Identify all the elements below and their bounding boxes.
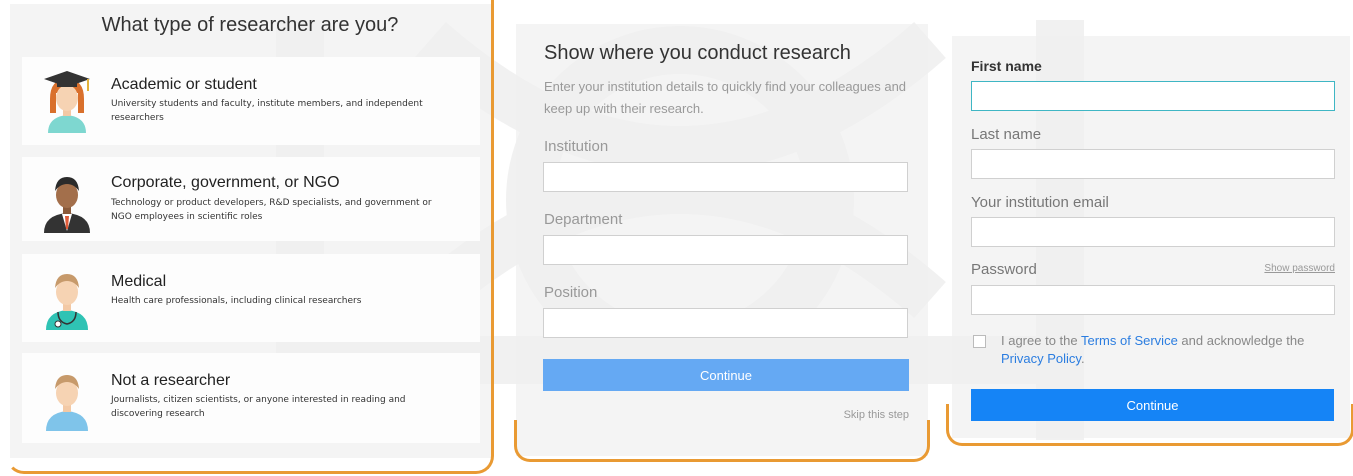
password-input[interactable]	[971, 285, 1335, 315]
academic-avatar-icon	[44, 71, 90, 133]
signup-panel: First name Last name Your institution em…	[946, 0, 1353, 476]
department-input[interactable]	[543, 235, 908, 265]
institution-label: Institution	[544, 138, 609, 155]
last-name-label: Last name	[971, 126, 1042, 143]
option-description: Technology or product developers, R&D sp…	[111, 198, 432, 222]
option-title: Medical	[111, 273, 167, 290]
researcher-option-not-researcher[interactable]: Not a researcher Journalists, citizen sc…	[22, 353, 480, 443]
researcher-option-medical[interactable]: Medical Health care professionals, inclu…	[22, 254, 480, 342]
first-name-input[interactable]	[971, 81, 1335, 111]
agree-middle: and acknowledge the	[1177, 333, 1305, 348]
person-avatar-icon	[46, 375, 88, 431]
researcher-option-corporate[interactable]: Corporate, government, or NGO Technology…	[22, 157, 480, 241]
email-input[interactable]	[971, 217, 1335, 247]
terms-agreement-text: I agree to the Terms of Service and ackn…	[1001, 332, 1341, 368]
agree-prefix: I agree to the	[1001, 333, 1081, 348]
institution-panel: Show where you conduct research Enter yo…	[514, 0, 930, 476]
privacy-policy-link[interactable]: Privacy Policy	[1001, 351, 1081, 366]
department-label: Department	[544, 211, 623, 228]
password-label: Password	[971, 261, 1037, 278]
position-label: Position	[544, 284, 598, 301]
email-label: Your institution email	[971, 194, 1109, 211]
corporate-avatar-icon	[44, 177, 90, 233]
last-name-input[interactable]	[971, 149, 1335, 179]
show-password-link[interactable]: Show password	[1264, 263, 1335, 274]
institution-input[interactable]	[543, 162, 908, 192]
option-title: Corporate, government, or NGO	[111, 174, 340, 191]
institution-subtitle: Enter your institution details to quickl…	[544, 79, 907, 116]
agree-suffix: .	[1080, 351, 1085, 366]
option-description: Health care professionals, including cli…	[111, 296, 362, 306]
researcher-type-panel: What type of researcher are you? Academi…	[6, 0, 494, 476]
institution-title: Show where you conduct research	[544, 42, 851, 64]
researcher-type-title: What type of researcher are you?	[101, 14, 399, 36]
option-description: University students and faculty, institu…	[111, 99, 423, 123]
signup-continue-button[interactable]: Continue	[971, 389, 1334, 421]
institution-continue-button[interactable]: Continue	[543, 359, 909, 391]
option-title: Academic or student	[111, 76, 257, 93]
researcher-option-academic[interactable]: Academic or student University students …	[22, 57, 480, 145]
skip-step-link[interactable]: Skip this step	[844, 409, 909, 421]
terms-of-service-link[interactable]: Terms of Service	[1081, 333, 1178, 348]
first-name-label: First name	[971, 58, 1042, 74]
terms-checkbox[interactable]	[973, 335, 986, 348]
option-title: Not a researcher	[111, 372, 231, 389]
medical-avatar-icon	[46, 274, 88, 330]
position-input[interactable]	[543, 308, 908, 338]
option-description: Journalists, citizen scientists, or anyo…	[111, 395, 406, 419]
